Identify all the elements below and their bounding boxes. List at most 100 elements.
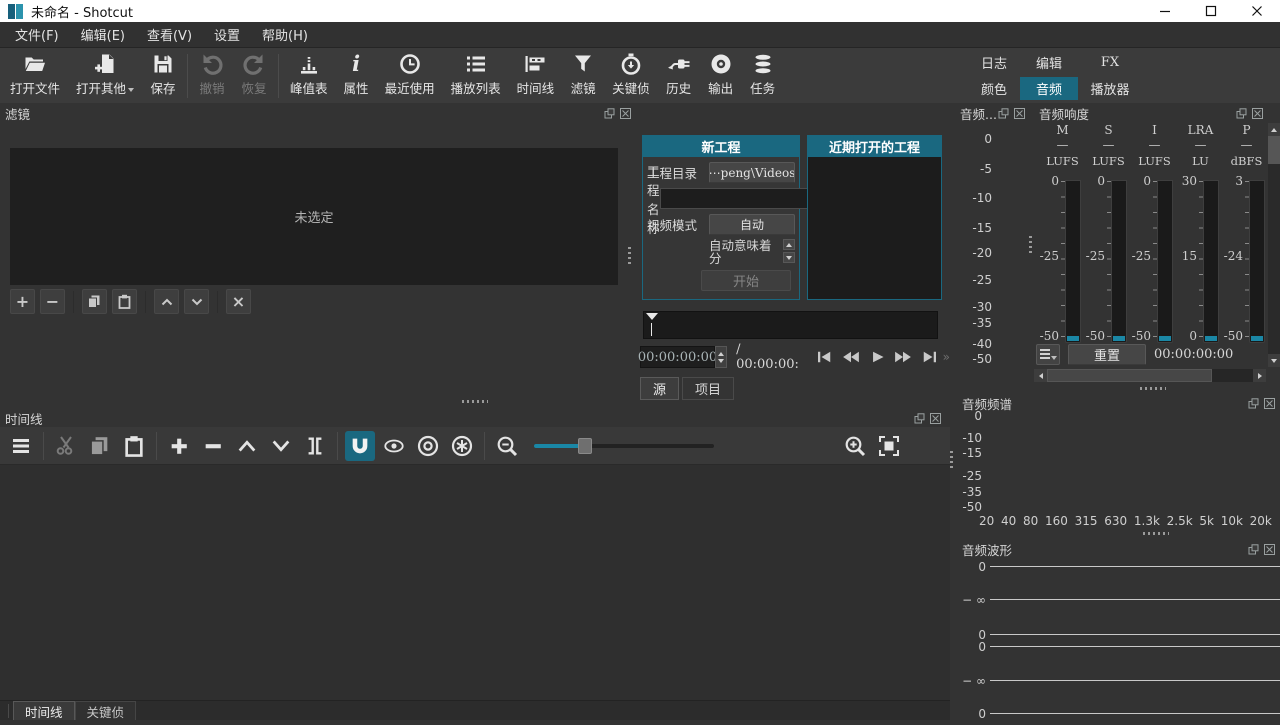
- project-name-input[interactable]: [660, 188, 823, 209]
- ripple-toggle-button[interactable]: [413, 431, 443, 461]
- scroll-up-button[interactable]: [783, 239, 795, 250]
- overwrite-button[interactable]: [266, 431, 296, 461]
- ripple-all-tracks-button[interactable]: [447, 431, 477, 461]
- close-panel-icon[interactable]: [1264, 544, 1275, 555]
- overflow-chevron-icon[interactable]: »: [943, 350, 950, 364]
- cut-button[interactable]: [51, 431, 81, 461]
- snap-toggle-button[interactable]: [345, 431, 375, 461]
- skip-to-end-button[interactable]: [917, 346, 942, 368]
- paste-filters-button[interactable]: [112, 289, 137, 314]
- tab-color[interactable]: 颜色: [968, 77, 1020, 100]
- move-filter-up-button[interactable]: [154, 289, 179, 314]
- lift-button[interactable]: [232, 431, 262, 461]
- start-button[interactable]: 开始: [701, 270, 791, 291]
- menu-view[interactable]: 查看(V): [136, 21, 203, 48]
- tab-player[interactable]: 播放器: [1078, 77, 1142, 100]
- jobs-button[interactable]: 任务: [742, 50, 784, 99]
- play-button[interactable]: [865, 346, 890, 368]
- minimize-button[interactable]: [1142, 0, 1188, 22]
- undo-button[interactable]: 撤销: [191, 50, 233, 99]
- tab-log[interactable]: 日志: [968, 51, 1020, 74]
- video-mode-button[interactable]: 自动: [709, 214, 795, 235]
- copy-filters-button[interactable]: [82, 289, 107, 314]
- float-panel-icon[interactable]: [914, 413, 925, 424]
- float-panel-icon[interactable]: [1248, 544, 1259, 555]
- scrub-while-dragging-button[interactable]: [379, 431, 409, 461]
- splitter-handle[interactable]: [950, 451, 953, 469]
- recent-button[interactable]: 最近使用: [377, 50, 443, 99]
- player-scrubber[interactable]: [643, 311, 938, 339]
- properties-button[interactable]: i 属性: [336, 50, 377, 99]
- fast-forward-button[interactable]: [891, 346, 916, 368]
- bottom-tab-keyframes[interactable]: 关键侦: [75, 701, 137, 720]
- close-panel-icon[interactable]: [1014, 108, 1025, 119]
- float-panel-icon[interactable]: [998, 108, 1009, 119]
- close-panel-icon[interactable]: [620, 108, 631, 119]
- scroll-right-button[interactable]: [1253, 369, 1266, 382]
- paste-button[interactable]: [119, 431, 149, 461]
- splitter-handle[interactable]: [1029, 236, 1032, 254]
- ripple-delete-button[interactable]: [198, 431, 228, 461]
- skip-to-start-button[interactable]: [813, 346, 838, 368]
- scrollbar-thumb[interactable]: [1268, 136, 1280, 164]
- scrollbar-thumb[interactable]: [1047, 369, 1212, 382]
- scroll-up-button[interactable]: [1268, 123, 1280, 136]
- peak-meter-button[interactable]: 峰值表: [282, 50, 336, 99]
- append-button[interactable]: [164, 431, 194, 461]
- tab-audio[interactable]: 音频: [1020, 77, 1078, 100]
- splitter-handle[interactable]: [628, 247, 631, 265]
- vertical-scrollbar[interactable]: [1268, 123, 1280, 367]
- zoom-fit-button[interactable]: [874, 431, 904, 461]
- bottom-tab-timeline[interactable]: 时间线: [13, 701, 75, 720]
- splitter-handle[interactable]: [1143, 532, 1169, 535]
- zoom-in-button[interactable]: [840, 431, 870, 461]
- scroll-left-button[interactable]: [1034, 369, 1047, 382]
- close-panel-icon[interactable]: [1252, 108, 1263, 119]
- close-button[interactable]: [1234, 0, 1280, 22]
- tab-fx[interactable]: FX: [1078, 51, 1142, 74]
- zoom-out-button[interactable]: [492, 431, 522, 461]
- loudness-menu-button[interactable]: [1036, 344, 1060, 365]
- history-button[interactable]: 历史: [658, 50, 700, 99]
- remove-filter-button[interactable]: −: [40, 289, 65, 314]
- open-file-button[interactable]: 打开文件: [2, 50, 68, 99]
- move-filter-down-button[interactable]: [184, 289, 209, 314]
- tab-editing[interactable]: 编辑: [1020, 51, 1078, 74]
- tab-project[interactable]: 项目: [682, 377, 734, 400]
- timecode-spinner[interactable]: [715, 346, 727, 368]
- timeline-button[interactable]: 时间线: [509, 50, 563, 99]
- float-panel-icon[interactable]: [604, 108, 615, 119]
- keyframes-button[interactable]: 关键侦: [604, 50, 658, 99]
- project-dir-button[interactable]: ⋯peng\Videos: [709, 162, 795, 183]
- deselect-filter-button[interactable]: ×: [226, 289, 251, 314]
- horizontal-scrollbar[interactable]: [1034, 369, 1266, 382]
- menu-file[interactable]: 文件(F): [4, 21, 70, 48]
- add-filter-button[interactable]: +: [10, 289, 35, 314]
- redo-button[interactable]: 恢复: [233, 50, 275, 99]
- playhead-icon[interactable]: [646, 313, 658, 320]
- slider-thumb[interactable]: [578, 438, 592, 454]
- menu-settings[interactable]: 设置: [203, 21, 251, 48]
- menu-edit[interactable]: 编辑(E): [70, 21, 136, 48]
- timeline-tracks-area[interactable]: [0, 465, 950, 700]
- split-button[interactable]: [300, 431, 330, 461]
- copy-button[interactable]: [85, 431, 115, 461]
- export-button[interactable]: 输出: [700, 50, 742, 99]
- reset-button[interactable]: 重置: [1068, 344, 1146, 365]
- close-panel-icon[interactable]: [930, 413, 941, 424]
- maximize-button[interactable]: [1188, 0, 1234, 22]
- timeline-menu-button[interactable]: [6, 431, 36, 461]
- tab-source[interactable]: 源: [640, 377, 679, 400]
- scroll-down-button[interactable]: [783, 252, 795, 263]
- save-button[interactable]: 保存: [142, 50, 184, 99]
- timeline-zoom-slider[interactable]: [534, 438, 714, 454]
- position-timecode[interactable]: 00:00:00:00: [640, 346, 715, 368]
- scroll-down-button[interactable]: [1268, 354, 1280, 367]
- menu-help[interactable]: 帮助(H): [251, 21, 319, 48]
- filters-button[interactable]: 滤镜: [562, 50, 604, 99]
- splitter-handle[interactable]: [462, 400, 488, 403]
- open-other-button[interactable]: 打开其他: [68, 50, 142, 99]
- splitter-handle[interactable]: [1140, 387, 1166, 390]
- float-panel-icon[interactable]: [1236, 108, 1247, 119]
- rewind-button[interactable]: [839, 346, 864, 368]
